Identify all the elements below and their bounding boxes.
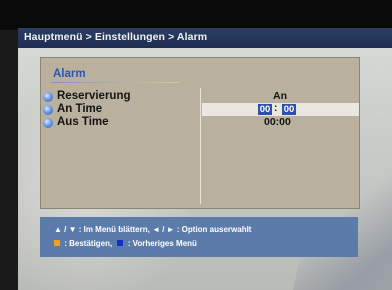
star-bullet-icon xyxy=(43,105,53,115)
an-time-minute-field[interactable]: 00 xyxy=(282,104,296,115)
help-back-text: : Vorheriges Menü xyxy=(127,239,197,248)
help-navigation-text: ▲ / ▼ : Im Menü blättern, ◄ / ► : Option… xyxy=(54,225,252,234)
breadcrumb: Hauptmenü > Einstellungen > Alarm xyxy=(24,31,208,43)
breadcrumb-bar: Hauptmenü > Einstellungen > Alarm xyxy=(18,28,392,48)
reservierung-value[interactable]: An xyxy=(273,90,287,102)
help-bar: ▲ / ▼ : Im Menü blättern, ◄ / ► : Option… xyxy=(40,217,358,257)
selected-row-highlight xyxy=(202,103,359,116)
column-divider xyxy=(200,88,201,204)
aus-time-value[interactable]: 00:00 xyxy=(264,116,291,128)
panel-title: Alarm xyxy=(53,68,86,80)
blue-key-icon xyxy=(117,240,124,246)
time-separator: : xyxy=(274,103,278,114)
star-bullet-icon xyxy=(43,118,53,128)
top-black-band xyxy=(0,0,392,30)
orange-key-icon xyxy=(54,240,60,246)
menu-item-label: Reservierung xyxy=(57,90,131,102)
help-keys-line: : Bestätigen, : Vorheriges Menü xyxy=(54,239,197,248)
menu-item-aus-time[interactable]: Aus Time xyxy=(43,116,199,131)
alarm-settings-panel: Alarm Reservierung An An Time 00 : 00 Au… xyxy=(40,57,360,209)
an-time-hour-field[interactable]: 00 xyxy=(258,104,272,115)
menu-item-label: Aus Time xyxy=(57,116,109,128)
star-bullet-icon xyxy=(43,92,53,102)
help-confirm-text: : Bestätigen, xyxy=(64,239,113,248)
title-underline xyxy=(51,82,179,83)
menu-item-label: An Time xyxy=(57,103,103,115)
